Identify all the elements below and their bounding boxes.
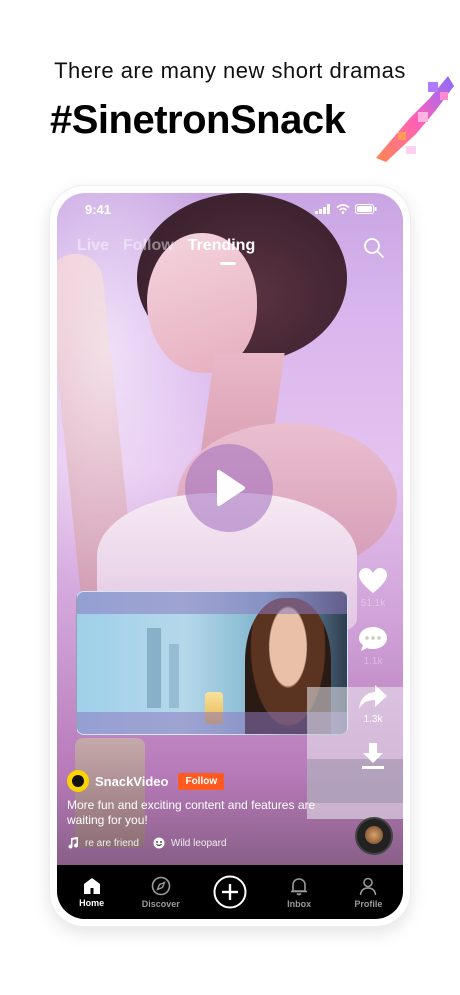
video-description: More fun and exciting content and featur… bbox=[67, 798, 316, 827]
nav-discover-label: Discover bbox=[141, 898, 180, 909]
background-thumbnail bbox=[75, 738, 145, 848]
side-actions: 51.1k 1.1k 1.3k bbox=[353, 567, 393, 787]
person-icon bbox=[360, 877, 377, 895]
nav-inbox[interactable]: Inbox bbox=[269, 876, 329, 909]
heart-icon bbox=[359, 568, 387, 593]
plus-icon bbox=[213, 875, 247, 909]
comment-action[interactable]: 1.1k bbox=[353, 625, 393, 667]
nav-create[interactable] bbox=[200, 875, 260, 909]
search-icon[interactable] bbox=[363, 237, 385, 259]
nav-home[interactable]: Home bbox=[62, 877, 122, 908]
share-count: 1.3k bbox=[363, 714, 383, 725]
home-icon bbox=[83, 877, 100, 894]
compass-icon bbox=[151, 876, 171, 895]
like-count: 51.1k bbox=[360, 598, 386, 609]
creator-name[interactable]: SnackVideo bbox=[95, 774, 168, 789]
nav-discover[interactable]: Discover bbox=[131, 876, 191, 909]
active-tab-indicator bbox=[220, 262, 236, 265]
nav-profile[interactable]: Profile bbox=[338, 876, 398, 909]
tab-live[interactable]: Live bbox=[77, 237, 109, 255]
download-icon bbox=[362, 743, 384, 769]
phone-frame: 9:41 Live Follow Trending 51.1k 1.1k 1.3… bbox=[50, 186, 410, 926]
like-action[interactable]: 51.1k bbox=[353, 567, 393, 609]
bottom-nav: Home Discover Inbox Profile bbox=[57, 865, 403, 919]
follow-button[interactable]: Follow bbox=[178, 772, 225, 790]
nav-home-label: Home bbox=[79, 897, 105, 908]
music-note-icon bbox=[68, 837, 79, 849]
status-time: 9:41 bbox=[85, 202, 112, 217]
tab-follow[interactable]: Follow bbox=[123, 237, 174, 255]
comment-count: 1.1k bbox=[363, 656, 383, 667]
share-icon bbox=[359, 685, 387, 709]
signal-icon bbox=[315, 204, 330, 214]
creator-row: SnackVideo Follow bbox=[67, 770, 225, 792]
smiley-icon bbox=[153, 837, 165, 849]
tab-trending[interactable]: Trending bbox=[188, 237, 256, 255]
music-marquee[interactable]: re are friend Wild leopard bbox=[67, 837, 227, 849]
creator-avatar[interactable] bbox=[67, 770, 89, 792]
music-disc[interactable] bbox=[355, 817, 393, 855]
nav-profile-label: Profile bbox=[354, 898, 383, 909]
play-icon bbox=[217, 470, 245, 506]
comment-icon bbox=[359, 627, 387, 651]
share-action[interactable]: 1.3k bbox=[353, 683, 393, 725]
video-screen[interactable]: 9:41 Live Follow Trending 51.1k 1.1k 1.3… bbox=[57, 193, 403, 919]
music-title: re are friend bbox=[85, 837, 139, 849]
play-button[interactable] bbox=[185, 444, 273, 532]
status-bar: 9:41 bbox=[57, 193, 403, 223]
wifi-icon bbox=[336, 204, 350, 214]
download-action[interactable] bbox=[353, 741, 393, 771]
music-artist: Wild leopard bbox=[170, 837, 227, 849]
bell-icon bbox=[291, 877, 308, 895]
nav-inbox-label: Inbox bbox=[287, 898, 312, 909]
battery-icon bbox=[355, 204, 377, 214]
pixel-decoration-icon bbox=[376, 76, 454, 162]
top-nav: Live Follow Trending bbox=[77, 237, 255, 255]
promo-hashtag: #SinetronSnack bbox=[50, 98, 346, 142]
